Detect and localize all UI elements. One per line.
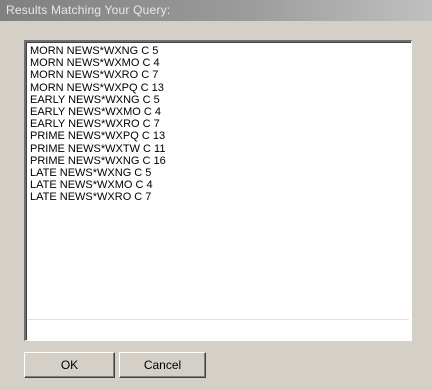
list-item[interactable]: MORN NEWS*WXNG C 5 xyxy=(30,45,411,57)
list-item[interactable]: EARLY NEWS*WXMO C 4 xyxy=(30,106,411,118)
list-item[interactable]: LATE NEWS*WXNG C 5 xyxy=(30,167,411,179)
list-item[interactable]: EARLY NEWS*WXNG C 5 xyxy=(30,94,411,106)
ok-button[interactable]: OK xyxy=(24,352,115,378)
window-title: Results Matching Your Query: xyxy=(6,3,171,17)
results-dialog: Results Matching Your Query: MORN NEWS*W… xyxy=(0,0,432,390)
results-list: MORN NEWS*WXNG C 5 MORN NEWS*WXMO C 4 MO… xyxy=(26,42,411,204)
list-item[interactable]: LATE NEWS*WXRO C 7 xyxy=(30,191,411,203)
list-divider xyxy=(28,319,409,320)
cancel-button[interactable]: Cancel xyxy=(119,352,206,378)
list-item[interactable]: PRIME NEWS*WXTW C 11 xyxy=(30,143,411,155)
list-item[interactable]: MORN NEWS*WXRO C 7 xyxy=(30,69,411,81)
list-item[interactable]: PRIME NEWS*WXPQ C 13 xyxy=(30,130,411,142)
list-item[interactable]: EARLY NEWS*WXRO C 7 xyxy=(30,118,411,130)
title-bar[interactable]: Results Matching Your Query: xyxy=(0,0,432,21)
list-item[interactable]: LATE NEWS*WXMO C 4 xyxy=(30,179,411,191)
list-item[interactable]: MORN NEWS*WXMO C 4 xyxy=(30,57,411,69)
list-item[interactable]: PRIME NEWS*WXNG C 16 xyxy=(30,155,411,167)
list-item[interactable]: MORN NEWS*WXPQ C 13 xyxy=(30,82,411,94)
results-listbox[interactable]: MORN NEWS*WXNG C 5 MORN NEWS*WXMO C 4 MO… xyxy=(24,40,412,341)
